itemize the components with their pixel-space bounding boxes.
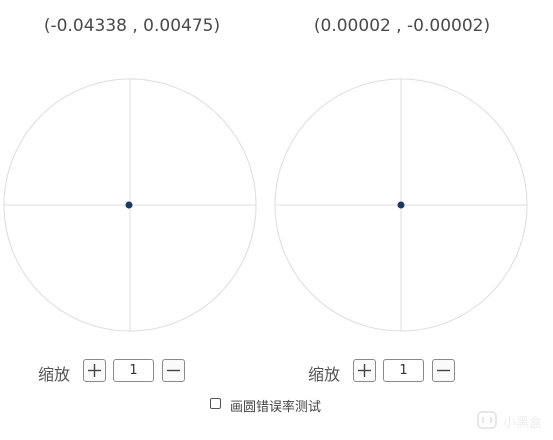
- zoom-in-button[interactable]: [353, 359, 376, 382]
- zoom-out-button[interactable]: [432, 359, 455, 382]
- error-rate-test-checkbox[interactable]: [210, 398, 221, 409]
- left-panel: (-0.04338 , 0.00475) 缩放: [2, 0, 262, 392]
- minus-icon: [167, 369, 180, 372]
- zoom-input[interactable]: [383, 359, 424, 382]
- zoom-input[interactable]: [113, 359, 154, 382]
- coordinate-readout: (0.00002 , -0.00002): [313, 16, 491, 36]
- coordinate-readout: (-0.04338 , 0.00475): [43, 16, 221, 36]
- zoom-control: 缩放: [2, 359, 262, 385]
- minus-icon: [437, 369, 450, 372]
- heybox-logo-icon: [477, 411, 497, 429]
- plus-icon: [88, 364, 101, 377]
- error-rate-test-label[interactable]: 画圆错误率测试: [230, 396, 321, 415]
- zoom-control: 缩放: [272, 359, 532, 385]
- zoom-out-button[interactable]: [162, 359, 185, 382]
- center-point: [397, 201, 405, 209]
- zoom-in-button[interactable]: [83, 359, 106, 382]
- watermark-text: 小黑盒: [503, 416, 543, 431]
- circle-canvas[interactable]: [272, 74, 532, 334]
- zoom-label: 缩放: [38, 365, 71, 384]
- center-point: [125, 201, 133, 209]
- circle-canvas[interactable]: [2, 74, 262, 334]
- right-panel: (0.00002 , -0.00002) 缩放: [272, 0, 532, 392]
- plus-icon: [358, 364, 371, 377]
- zoom-label: 缩放: [308, 365, 341, 384]
